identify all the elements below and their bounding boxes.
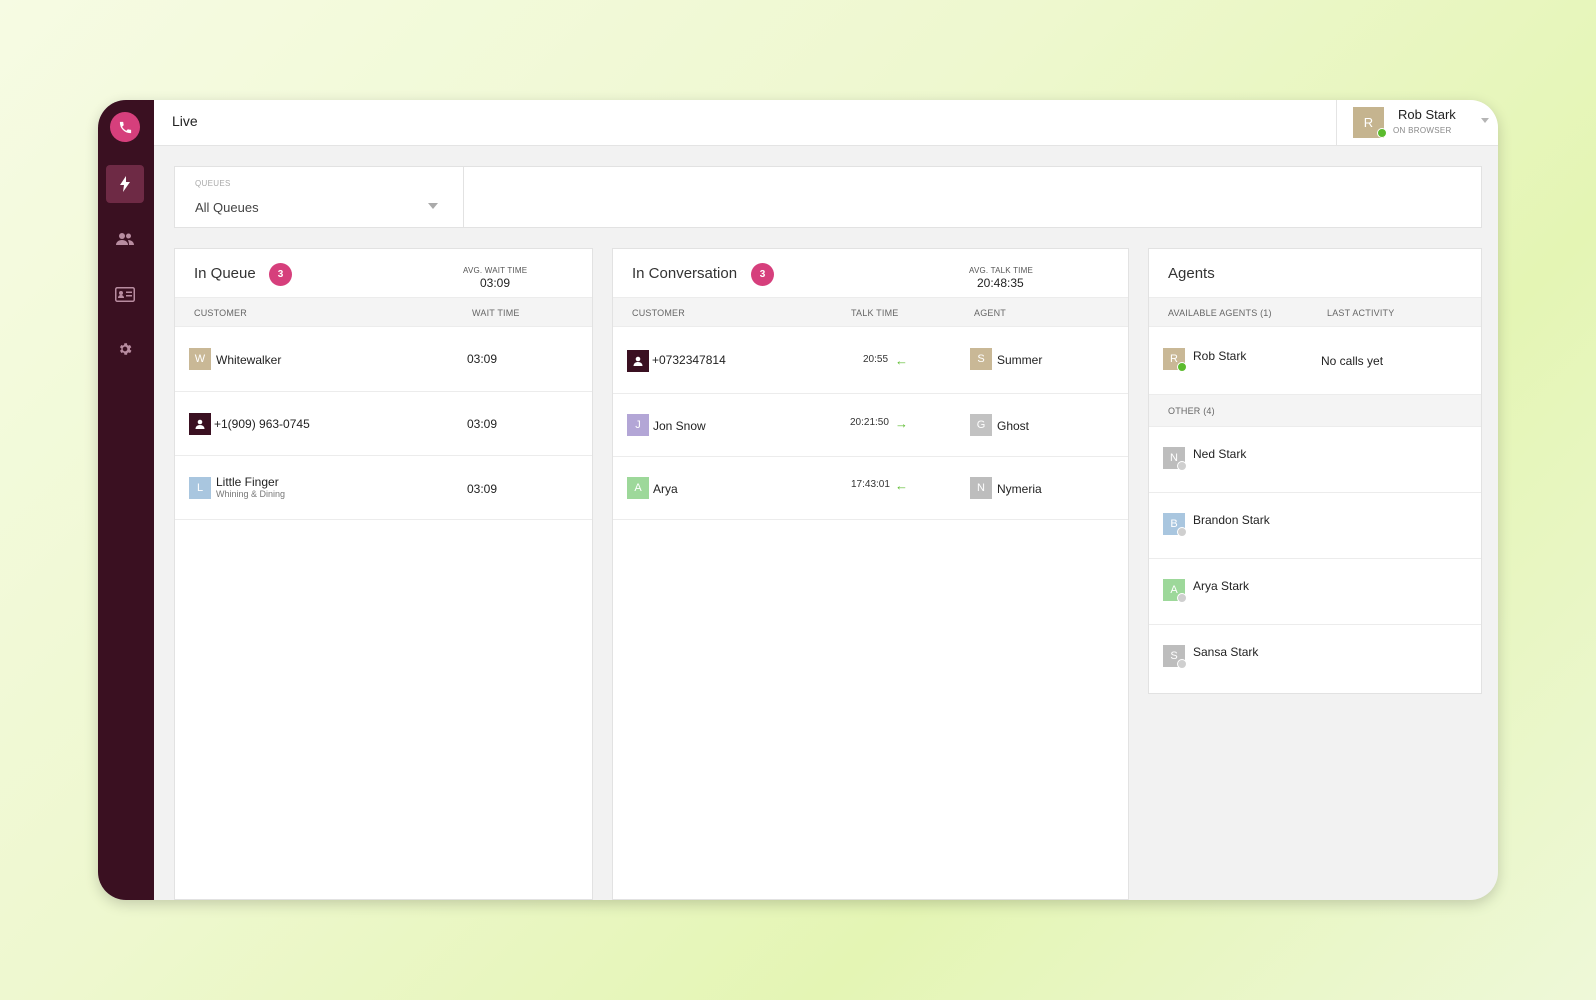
online-status-dot bbox=[1377, 128, 1387, 138]
agents-panel: Agents AVAILABLE AGENTS (1) LAST ACTIVIT… bbox=[1148, 248, 1482, 694]
customer-name: +0732347814 bbox=[652, 353, 726, 367]
arrow-left-icon: ← bbox=[895, 353, 908, 368]
conversation-count-badge: 3 bbox=[751, 263, 774, 286]
user-menu[interactable]: R Rob Stark ON BROWSER bbox=[1336, 100, 1498, 146]
agent-name: Rob Stark bbox=[1193, 349, 1247, 363]
column-header: TALK TIME bbox=[851, 308, 899, 318]
sidebar bbox=[98, 100, 154, 900]
panel-title: Agents bbox=[1168, 265, 1215, 282]
gear-icon bbox=[119, 343, 132, 355]
contact-icon bbox=[189, 413, 211, 435]
agent-row[interactable]: R Rob Stark No calls yet bbox=[1149, 328, 1481, 394]
avatar: N bbox=[970, 477, 992, 499]
table-row[interactable]: J Jon Snow 20:21:50 → G Ghost bbox=[613, 394, 1128, 457]
wait-time: 03:09 bbox=[467, 417, 498, 431]
avatar: W bbox=[189, 348, 211, 370]
avg-wait-time-value: 03:09 bbox=[480, 276, 511, 290]
agent-row[interactable]: S Sansa Stark bbox=[1149, 625, 1481, 693]
online-status-dot bbox=[1177, 362, 1187, 372]
lightning-icon bbox=[120, 176, 130, 192]
agent-name: Brandon Stark bbox=[1193, 513, 1270, 527]
customer-name: +1(909) 963-0745 bbox=[214, 417, 310, 431]
customer-name: Little Finger bbox=[216, 475, 279, 489]
last-activity: No calls yet bbox=[1321, 354, 1384, 368]
customer-name: Jon Snow bbox=[653, 419, 706, 433]
divider bbox=[463, 167, 464, 227]
in-queue-panel: In Queue 3 AVG. WAIT TIME 03:09 CUSTOMER… bbox=[174, 248, 593, 900]
page-title: Live bbox=[172, 113, 198, 129]
user-name: Rob Stark bbox=[1398, 107, 1456, 122]
agent-row[interactable]: N Ned Stark bbox=[1149, 427, 1481, 493]
table-header: CUSTOMER WAIT TIME bbox=[175, 297, 592, 327]
chevron-down-icon[interactable] bbox=[428, 203, 438, 209]
avg-talk-time-label: AVG. TALK TIME bbox=[969, 266, 1034, 275]
avatar: L bbox=[189, 477, 211, 499]
phone-icon[interactable] bbox=[110, 112, 140, 142]
agent-name: Arya Stark bbox=[1193, 579, 1250, 593]
users-icon bbox=[116, 233, 134, 245]
talk-time: 20:21:50 bbox=[850, 417, 889, 428]
in-conversation-panel: In Conversation 3 AVG. TALK TIME 20:48:3… bbox=[612, 248, 1129, 900]
agent-name: Ghost bbox=[997, 419, 1030, 433]
column-header: WAIT TIME bbox=[472, 308, 520, 318]
avatar: A bbox=[627, 477, 649, 499]
arrow-right-icon: → bbox=[895, 416, 908, 431]
available-agents-header: AVAILABLE AGENTS (1) bbox=[1168, 308, 1272, 318]
table-row[interactable]: W Whitewalker 03:09 bbox=[175, 328, 592, 392]
arrow-left-icon: ← bbox=[895, 478, 908, 493]
table-row[interactable]: L Little Finger Whining & Dining 03:09 bbox=[175, 456, 592, 520]
user-status: ON BROWSER bbox=[1393, 126, 1452, 135]
sidebar-item-contacts[interactable] bbox=[106, 275, 144, 313]
contact-card-icon bbox=[115, 286, 135, 302]
panel-title: In Queue bbox=[194, 265, 256, 282]
queues-select[interactable]: All Queues bbox=[195, 200, 259, 215]
agent-row[interactable]: B Brandon Stark bbox=[1149, 493, 1481, 559]
offline-status-dot bbox=[1177, 527, 1187, 537]
other-agents-header: OTHER (4) bbox=[1149, 394, 1481, 427]
talk-time: 17:43:01 bbox=[851, 479, 890, 490]
other-agents-label: OTHER (4) bbox=[1168, 406, 1215, 416]
table-header: CUSTOMER TALK TIME AGENT bbox=[613, 297, 1128, 327]
offline-status-dot bbox=[1177, 659, 1187, 669]
wait-time: 03:09 bbox=[467, 482, 498, 496]
wait-time: 03:09 bbox=[467, 352, 498, 366]
column-header: AGENT bbox=[974, 308, 1007, 318]
column-header: CUSTOMER bbox=[194, 308, 247, 318]
app-window: Live R Rob Stark ON BROWSER QUEUES All Q… bbox=[98, 100, 1498, 900]
table-row[interactable]: A Arya 17:43:01 ← N Nymeria bbox=[613, 457, 1128, 520]
talk-time: 20:55 bbox=[863, 354, 889, 365]
table-row[interactable]: +1(909) 963-0745 03:09 bbox=[175, 392, 592, 456]
top-bar: Live R Rob Stark ON BROWSER bbox=[154, 100, 1498, 146]
column-header: CUSTOMER bbox=[632, 308, 685, 318]
sidebar-item-live[interactable] bbox=[106, 165, 144, 203]
agent-row[interactable]: A Arya Stark bbox=[1149, 559, 1481, 625]
table-header: AVAILABLE AGENTS (1) LAST ACTIVITY bbox=[1149, 297, 1481, 327]
avg-talk-time-value: 20:48:35 bbox=[977, 276, 1024, 290]
table-row[interactable]: +0732347814 20:55 ← S Summer bbox=[613, 328, 1128, 394]
contact-icon bbox=[627, 350, 649, 372]
avg-wait-time-label: AVG. WAIT TIME bbox=[463, 266, 528, 275]
avatar: G bbox=[970, 414, 992, 436]
avatar: J bbox=[627, 414, 649, 436]
panel-title: In Conversation bbox=[632, 265, 738, 282]
filter-bar: QUEUES All Queues bbox=[174, 166, 1482, 228]
agent-name: Sansa Stark bbox=[1193, 645, 1259, 659]
customer-company: Whining & Dining bbox=[216, 489, 286, 499]
queue-count-badge: 3 bbox=[269, 263, 292, 286]
sidebar-item-agents[interactable] bbox=[106, 220, 144, 258]
offline-status-dot bbox=[1177, 593, 1187, 603]
customer-name: Whitewalker bbox=[216, 353, 282, 367]
agent-name: Summer bbox=[997, 353, 1043, 367]
customer-name: Arya bbox=[653, 482, 678, 496]
last-activity-header: LAST ACTIVITY bbox=[1327, 308, 1395, 318]
sidebar-item-settings[interactable] bbox=[106, 330, 144, 368]
chevron-down-icon[interactable] bbox=[1481, 118, 1489, 123]
agent-name: Nymeria bbox=[997, 482, 1042, 496]
offline-status-dot bbox=[1177, 461, 1187, 471]
avatar: S bbox=[970, 348, 992, 370]
agent-name: Ned Stark bbox=[1193, 447, 1247, 461]
queues-label: QUEUES bbox=[195, 179, 231, 188]
